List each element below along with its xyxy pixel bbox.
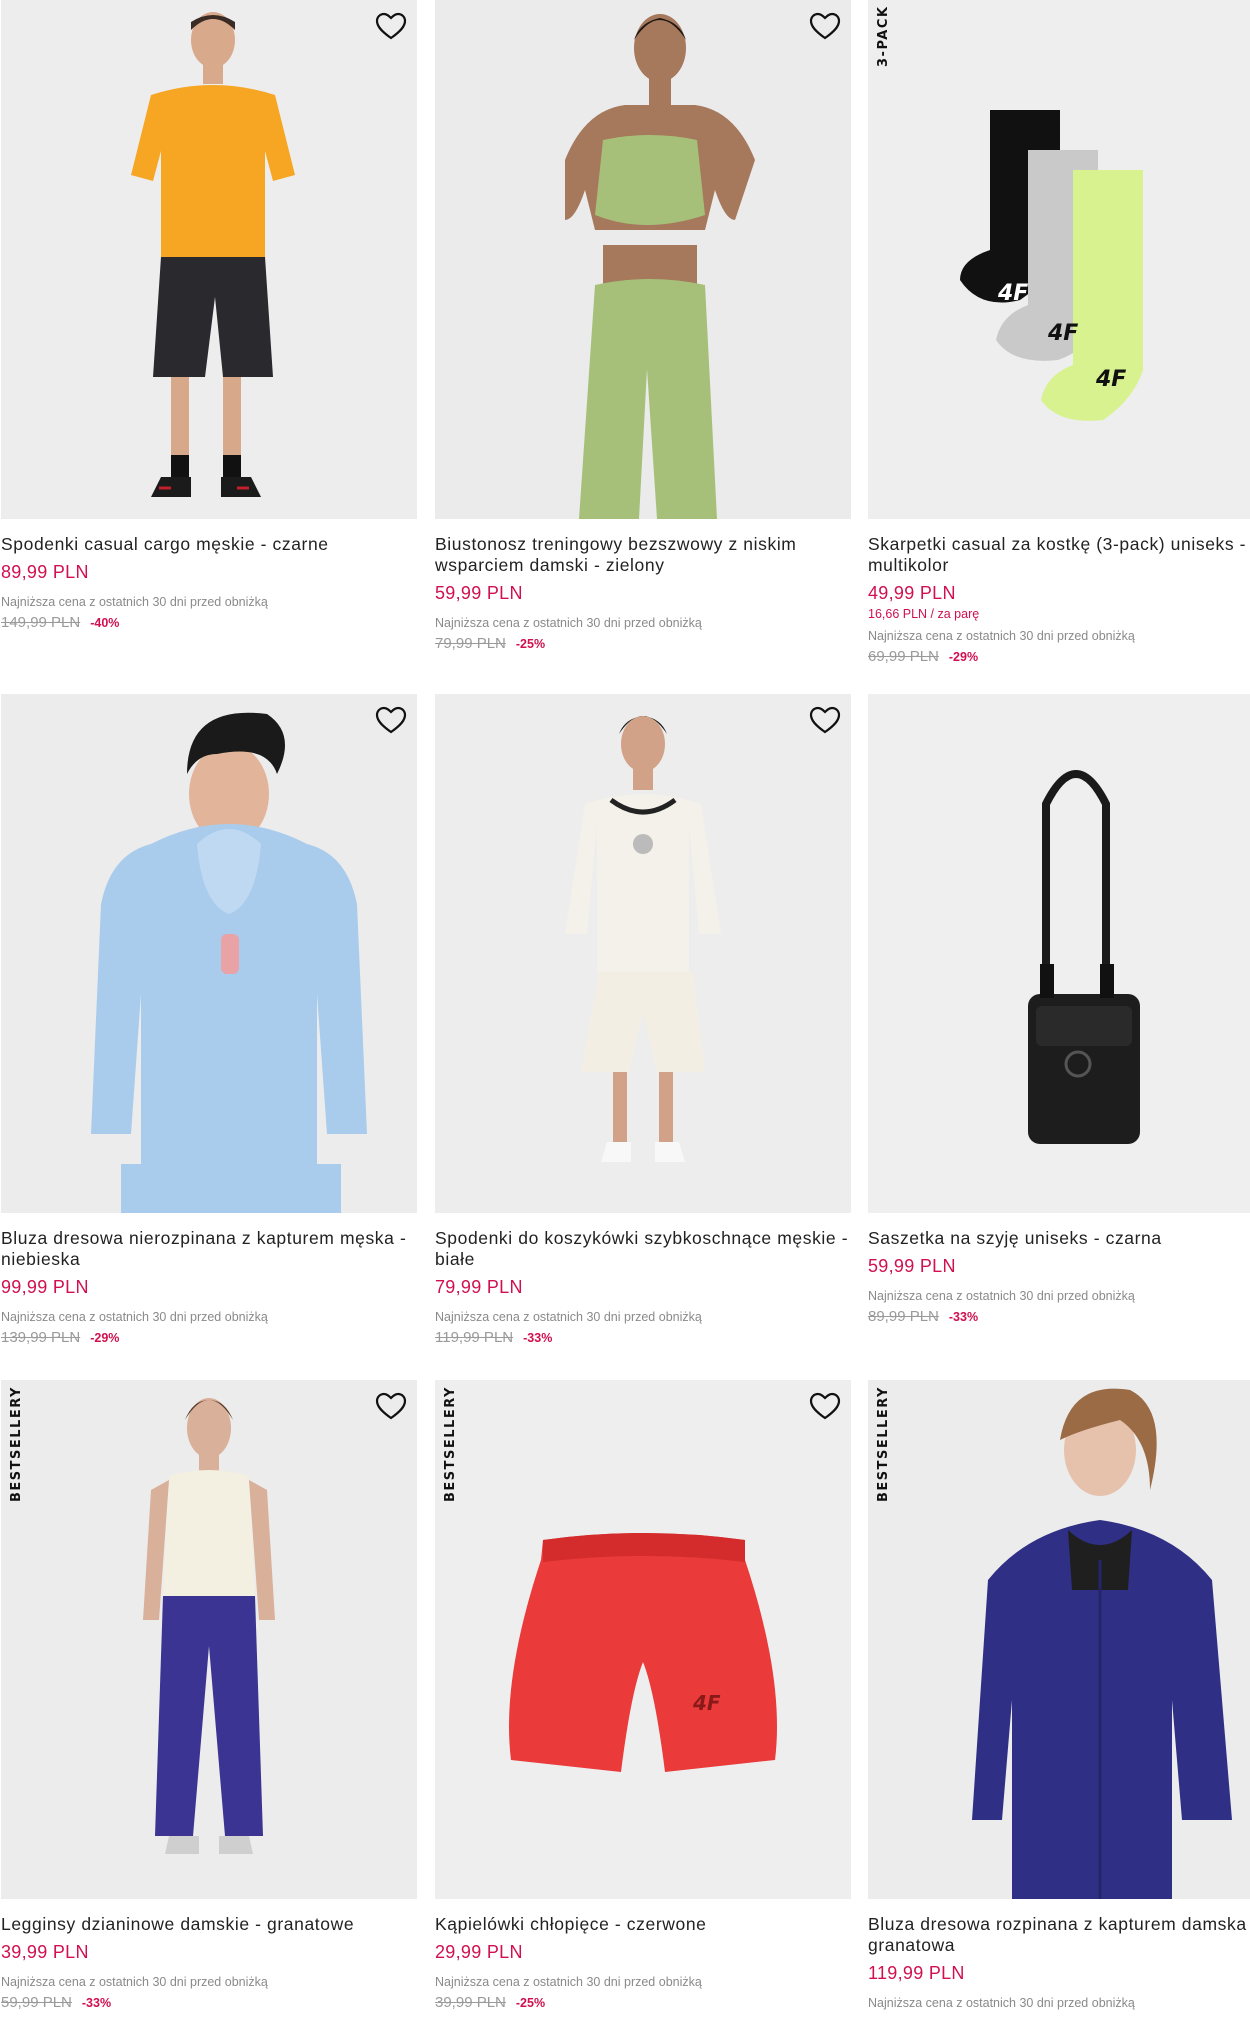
- product-title[interactable]: Skarpetki casual za kostkę (3-pack) unis…: [868, 534, 1250, 576]
- lowest-price-label: Najniższa cena z ostatnich 30 dni przed …: [1, 1310, 268, 1324]
- product-image[interactable]: [1, 0, 417, 519]
- product-card[interactable]: Saszetka na szyję uniseks - czarna 59,99…: [868, 694, 1250, 1325]
- discount-badge: -33%: [81, 1996, 112, 2010]
- product-title[interactable]: Spodenki do koszykówki szybkoschnące męs…: [435, 1228, 855, 1270]
- svg-text:4F: 4F: [997, 281, 1028, 306]
- product-title[interactable]: Bluza dresowa nierozpinana z kapturem mę…: [1, 1228, 421, 1270]
- product-image[interactable]: BESTSELLERY: [868, 1380, 1250, 1899]
- heart-icon[interactable]: [809, 706, 841, 734]
- bestseller-badge: BESTSELLERY: [876, 1386, 891, 1502]
- discount-badge: -29%: [90, 1331, 120, 1345]
- product-title[interactable]: Bluza dresowa rozpinana z kapturem damsk…: [868, 1914, 1250, 1956]
- old-price: 69,99 PLN: [868, 648, 939, 665]
- heart-icon[interactable]: [375, 12, 407, 40]
- product-price: 79,99 PLN: [435, 1277, 523, 1297]
- product-image[interactable]: [868, 694, 1250, 1213]
- bestseller-badge: BESTSELLERY: [9, 1386, 24, 1502]
- heart-icon[interactable]: [375, 1392, 407, 1420]
- discount-badge: -29%: [948, 650, 979, 664]
- product-card[interactable]: Biustonosz treningowy bezszwowy z niskim…: [435, 0, 851, 652]
- product-image[interactable]: 4F BESTSELLERY: [435, 1380, 851, 1899]
- old-price-row: 149,99 PLN -40%: [1, 614, 417, 631]
- old-price-row: 89,99 PLN -33%: [868, 1308, 1250, 1325]
- old-price: 149,99 PLN: [1, 614, 81, 631]
- old-price-row: 139,99 PLN -29%: [1, 1329, 417, 1346]
- old-price: 89,99 PLN: [868, 1308, 939, 1325]
- unit-price: 16,66 PLN / za parę: [868, 607, 980, 621]
- lowest-price-label: Najniższa cena z ostatnich 30 dni przed …: [868, 1996, 1135, 2010]
- product-card[interactable]: 4F 4F 4F 3-PACK Skarpetki casual za kost…: [868, 0, 1250, 665]
- product-title[interactable]: Saszetka na szyję uniseks - czarna: [868, 1228, 1250, 1249]
- product-image[interactable]: BESTSELLERY: [1, 1380, 417, 1899]
- old-price: 59,99 PLN: [1, 1994, 72, 2011]
- product-grid: Spodenki casual cargo męskie - czarne 89…: [0, 0, 1250, 2024]
- heart-icon[interactable]: [809, 1392, 841, 1420]
- product-price: 89,99 PLN: [1, 562, 89, 582]
- product-card[interactable]: 4F BESTSELLERY Kąpielówki chłopięce - cz…: [435, 1380, 851, 2011]
- old-price-row: 39,99 PLN -25%: [435, 1994, 851, 2011]
- old-price: 119,99 PLN: [435, 1329, 514, 1346]
- old-price: 139,99 PLN: [1, 1329, 81, 1346]
- product-image[interactable]: [435, 694, 851, 1213]
- product-card[interactable]: Spodenki casual cargo męskie - czarne 89…: [1, 0, 417, 631]
- lowest-price-label: Najniższa cena z ostatnich 30 dni przed …: [1, 1975, 268, 1989]
- product-price: 29,99 PLN: [435, 1942, 523, 1962]
- product-card[interactable]: Bluza dresowa nierozpinana z kapturem mę…: [1, 694, 417, 1346]
- product-title[interactable]: Legginsy dzianinowe damskie - granatowe: [1, 1914, 421, 1935]
- product-image[interactable]: 4F 4F 4F 3-PACK: [868, 0, 1250, 519]
- product-card[interactable]: Spodenki do koszykówki szybkoschnące męs…: [435, 694, 851, 1346]
- discount-badge: -33%: [523, 1331, 553, 1345]
- svg-text:4F: 4F: [1047, 321, 1078, 346]
- old-price-row: 119,99 PLN -33%: [435, 1329, 851, 1346]
- product-title[interactable]: Spodenki casual cargo męskie - czarne: [1, 534, 421, 555]
- lowest-price-label: Najniższa cena z ostatnich 30 dni przed …: [868, 1289, 1135, 1303]
- product-card[interactable]: BESTSELLERY Bluza dresowa rozpinana z ka…: [868, 1380, 1250, 2010]
- old-price-row: 69,99 PLN -29%: [868, 648, 1250, 665]
- discount-badge: -25%: [515, 1996, 546, 2010]
- lowest-price-label: Najniższa cena z ostatnich 30 dni przed …: [1, 595, 268, 609]
- heart-icon[interactable]: [375, 706, 407, 734]
- product-image[interactable]: [435, 0, 851, 519]
- old-price-row: 79,99 PLN -25%: [435, 635, 851, 652]
- product-price: 59,99 PLN: [868, 1256, 956, 1276]
- product-price: 49,99 PLN: [868, 583, 956, 603]
- lowest-price-label: Najniższa cena z ostatnich 30 dni przed …: [435, 1310, 702, 1324]
- lowest-price-label: Najniższa cena z ostatnich 30 dni przed …: [868, 629, 1135, 643]
- heart-icon[interactable]: [809, 12, 841, 40]
- pack-badge: 3-PACK: [876, 6, 891, 68]
- product-price: 59,99 PLN: [435, 583, 523, 603]
- lowest-price-label: Najniższa cena z ostatnich 30 dni przed …: [435, 616, 702, 630]
- old-price: 79,99 PLN: [435, 635, 506, 652]
- bestseller-badge: BESTSELLERY: [443, 1386, 458, 1502]
- lowest-price-label: Najniższa cena z ostatnich 30 dni przed …: [435, 1975, 702, 1989]
- discount-badge: -40%: [90, 616, 120, 630]
- product-title[interactable]: Kąpielówki chłopięce - czerwone: [435, 1914, 855, 1935]
- product-price: 119,99 PLN: [868, 1963, 965, 1983]
- product-card[interactable]: BESTSELLERY Legginsy dzianinowe damskie …: [1, 1380, 417, 2011]
- product-title[interactable]: Biustonosz treningowy bezszwowy z niskim…: [435, 534, 855, 576]
- product-image[interactable]: [1, 694, 417, 1213]
- product-price: 99,99 PLN: [1, 1277, 89, 1297]
- old-price-row: 59,99 PLN -33%: [1, 1994, 417, 2011]
- old-price: 39,99 PLN: [435, 1994, 506, 2011]
- svg-text:4F: 4F: [692, 1691, 721, 1715]
- discount-badge: -33%: [948, 1310, 979, 1324]
- svg-text:4F: 4F: [1095, 367, 1126, 392]
- discount-badge: -25%: [515, 637, 546, 651]
- product-price: 39,99 PLN: [1, 1942, 89, 1962]
